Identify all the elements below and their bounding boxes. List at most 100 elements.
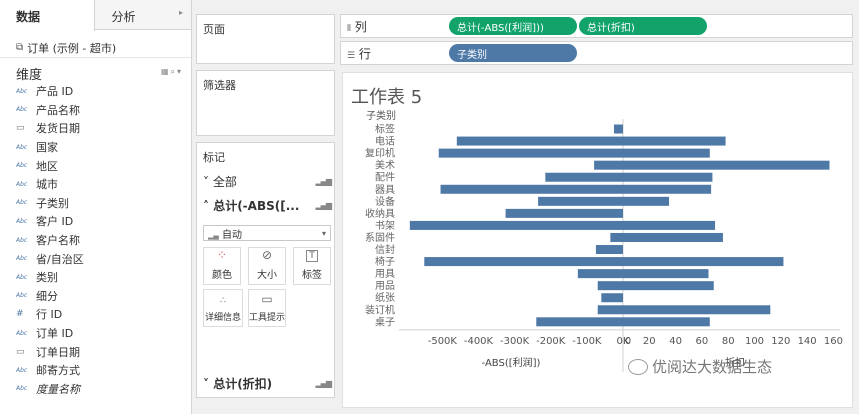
- bar-profit[interactable]: [597, 305, 623, 315]
- bar-profit[interactable]: [597, 281, 623, 291]
- field-name: 客户名称: [36, 234, 80, 248]
- field-item[interactable]: ▭ 订单日期: [0, 342, 191, 361]
- bar-profit[interactable]: [595, 245, 623, 255]
- category-label[interactable]: 书架: [375, 220, 395, 232]
- bar-discount[interactable]: [623, 305, 771, 315]
- pages-card[interactable]: 页面: [196, 14, 335, 64]
- string-type-icon: Abc: [16, 385, 28, 393]
- column-pill-discount[interactable]: 总计(折扣): [579, 17, 707, 35]
- bar-discount[interactable]: [623, 220, 716, 230]
- field-item[interactable]: Abc 度量名称: [0, 380, 191, 399]
- field-item[interactable]: Abc 产品 ID: [0, 82, 191, 101]
- tab-data[interactable]: 数据: [0, 0, 96, 31]
- bar-discount[interactable]: [623, 257, 784, 267]
- bar-discount[interactable]: [623, 136, 726, 146]
- field-item[interactable]: Abc 客户名称: [0, 231, 191, 250]
- x-tick-label: -500K: [428, 336, 458, 347]
- bar-profit[interactable]: [440, 184, 623, 194]
- field-item[interactable]: ▭ 发货日期: [0, 119, 191, 138]
- string-type-icon: Abc: [16, 329, 28, 337]
- field-item[interactable]: Abc 订单 ID: [0, 324, 191, 343]
- category-label[interactable]: 配件: [375, 172, 395, 184]
- rows-shelf[interactable]: ☰ 行 子类别: [340, 41, 853, 65]
- category-label[interactable]: 电话: [375, 135, 395, 148]
- bar-profit[interactable]: [409, 220, 623, 230]
- tooltip-button[interactable]: ▭ 工具提示: [248, 289, 286, 327]
- category-label[interactable]: 桌子: [375, 315, 395, 328]
- string-type-icon: Abc: [16, 199, 28, 207]
- color-button[interactable]: ⁘ 颜色: [203, 247, 241, 285]
- x-axis-title[interactable]: -ABS([利润]): [482, 356, 541, 369]
- bar-profit[interactable]: [538, 196, 623, 206]
- grid-view-icon[interactable]: ▦: [161, 67, 171, 76]
- bar-profit[interactable]: [424, 257, 623, 267]
- bar-discount[interactable]: [623, 232, 723, 242]
- bar-discount[interactable]: [623, 160, 830, 170]
- field-item[interactable]: Abc 省/自治区: [0, 249, 191, 268]
- field-item[interactable]: # 行 ID: [0, 305, 191, 324]
- dimensions-tools[interactable]: ▦⌕▾: [161, 64, 183, 82]
- columns-label: 列: [354, 19, 367, 34]
- bar-profit[interactable]: [505, 208, 623, 218]
- marks-sum-abs-row[interactable]: ˄ 总计(-ABS([... ▂▄▆: [203, 197, 332, 214]
- row-pill-subcategory[interactable]: 子类别: [449, 44, 577, 62]
- bar-profit[interactable]: [577, 269, 623, 279]
- field-name: 细分: [36, 289, 58, 303]
- bar-profit[interactable]: [613, 124, 623, 134]
- field-item[interactable]: Abc 客户 ID: [0, 212, 191, 231]
- detail-button[interactable]: ∴ 详细信息: [203, 289, 243, 327]
- x-tick-label: 60: [696, 336, 709, 347]
- chart: 子类别标签电话复印机美术配件器具设备收纳具书架系固件信封椅子用具用品纸张装订机桌…: [365, 109, 843, 372]
- field-item[interactable]: Abc 国家: [0, 138, 191, 157]
- bar-profit[interactable]: [594, 160, 623, 170]
- category-label[interactable]: 用具: [375, 268, 395, 280]
- marks-sum-abs: ˄ 总计(-ABS([...: [203, 199, 300, 213]
- chevron-icon[interactable]: ▸: [179, 8, 183, 29]
- bar-profit[interactable]: [601, 293, 623, 303]
- marks-sum-discount-row[interactable]: ˅ 总计(折扣) ▂▄▆: [203, 375, 332, 392]
- bar-profit[interactable]: [438, 148, 623, 158]
- bar-discount[interactable]: [623, 269, 709, 279]
- category-label[interactable]: 装订机: [365, 303, 395, 316]
- category-label[interactable]: 用品: [375, 280, 395, 292]
- category-label[interactable]: 信封: [375, 243, 395, 256]
- bar-discount[interactable]: [623, 184, 712, 194]
- field-item[interactable]: Abc 子类别: [0, 194, 191, 213]
- category-label[interactable]: 收纳具: [365, 207, 395, 220]
- category-label[interactable]: 复印机: [365, 147, 395, 160]
- bar-discount[interactable]: [623, 172, 713, 182]
- datasource-item[interactable]: ⧉ 订单 (示例 - 超市): [0, 30, 191, 58]
- category-label[interactable]: 美术: [375, 159, 395, 172]
- field-item[interactable]: Abc 产品名称: [0, 101, 191, 120]
- field-item[interactable]: Abc 细分: [0, 287, 191, 306]
- category-label[interactable]: 器具: [375, 184, 395, 196]
- size-button[interactable]: ⊘ 大小: [248, 247, 286, 285]
- field-item[interactable]: Abc 类别: [0, 268, 191, 287]
- columns-shelf[interactable]: ⦀ 列 总计(-ABS([利润])) 总计(折扣): [340, 14, 853, 38]
- bar-discount[interactable]: [623, 281, 714, 291]
- category-label[interactable]: 系固件: [365, 232, 395, 244]
- marks-all-row[interactable]: ˅ 全部 ▂▄▆: [203, 173, 332, 190]
- filters-card[interactable]: 筛选器: [196, 70, 335, 136]
- label-button[interactable]: T 标签: [293, 247, 331, 285]
- string-type-icon: Abc: [16, 366, 28, 374]
- field-name: 子类别: [36, 196, 69, 210]
- category-label[interactable]: 纸张: [375, 291, 395, 304]
- category-label[interactable]: 椅子: [375, 255, 395, 268]
- field-item[interactable]: Abc 城市: [0, 175, 191, 194]
- category-label[interactable]: 设备: [375, 195, 395, 208]
- field-item[interactable]: Abc 地区: [0, 156, 191, 175]
- bar-discount[interactable]: [623, 148, 710, 158]
- bar-profit[interactable]: [545, 172, 623, 182]
- bar-profit[interactable]: [536, 317, 623, 327]
- bar-profit[interactable]: [456, 136, 623, 146]
- bar-discount[interactable]: [623, 196, 670, 206]
- category-label[interactable]: 标签: [375, 123, 395, 136]
- dropdown-icon[interactable]: ▾: [177, 67, 183, 76]
- bar-discount[interactable]: [623, 317, 710, 327]
- column-pill-profit[interactable]: 总计(-ABS([利润])): [449, 17, 577, 35]
- bar-profit[interactable]: [610, 232, 623, 242]
- tab-analysis[interactable]: 分析 ▸: [95, 0, 191, 29]
- mark-type-select[interactable]: ▂▄ 自动 ▾: [203, 225, 331, 241]
- field-item[interactable]: Abc 邮寄方式: [0, 361, 191, 380]
